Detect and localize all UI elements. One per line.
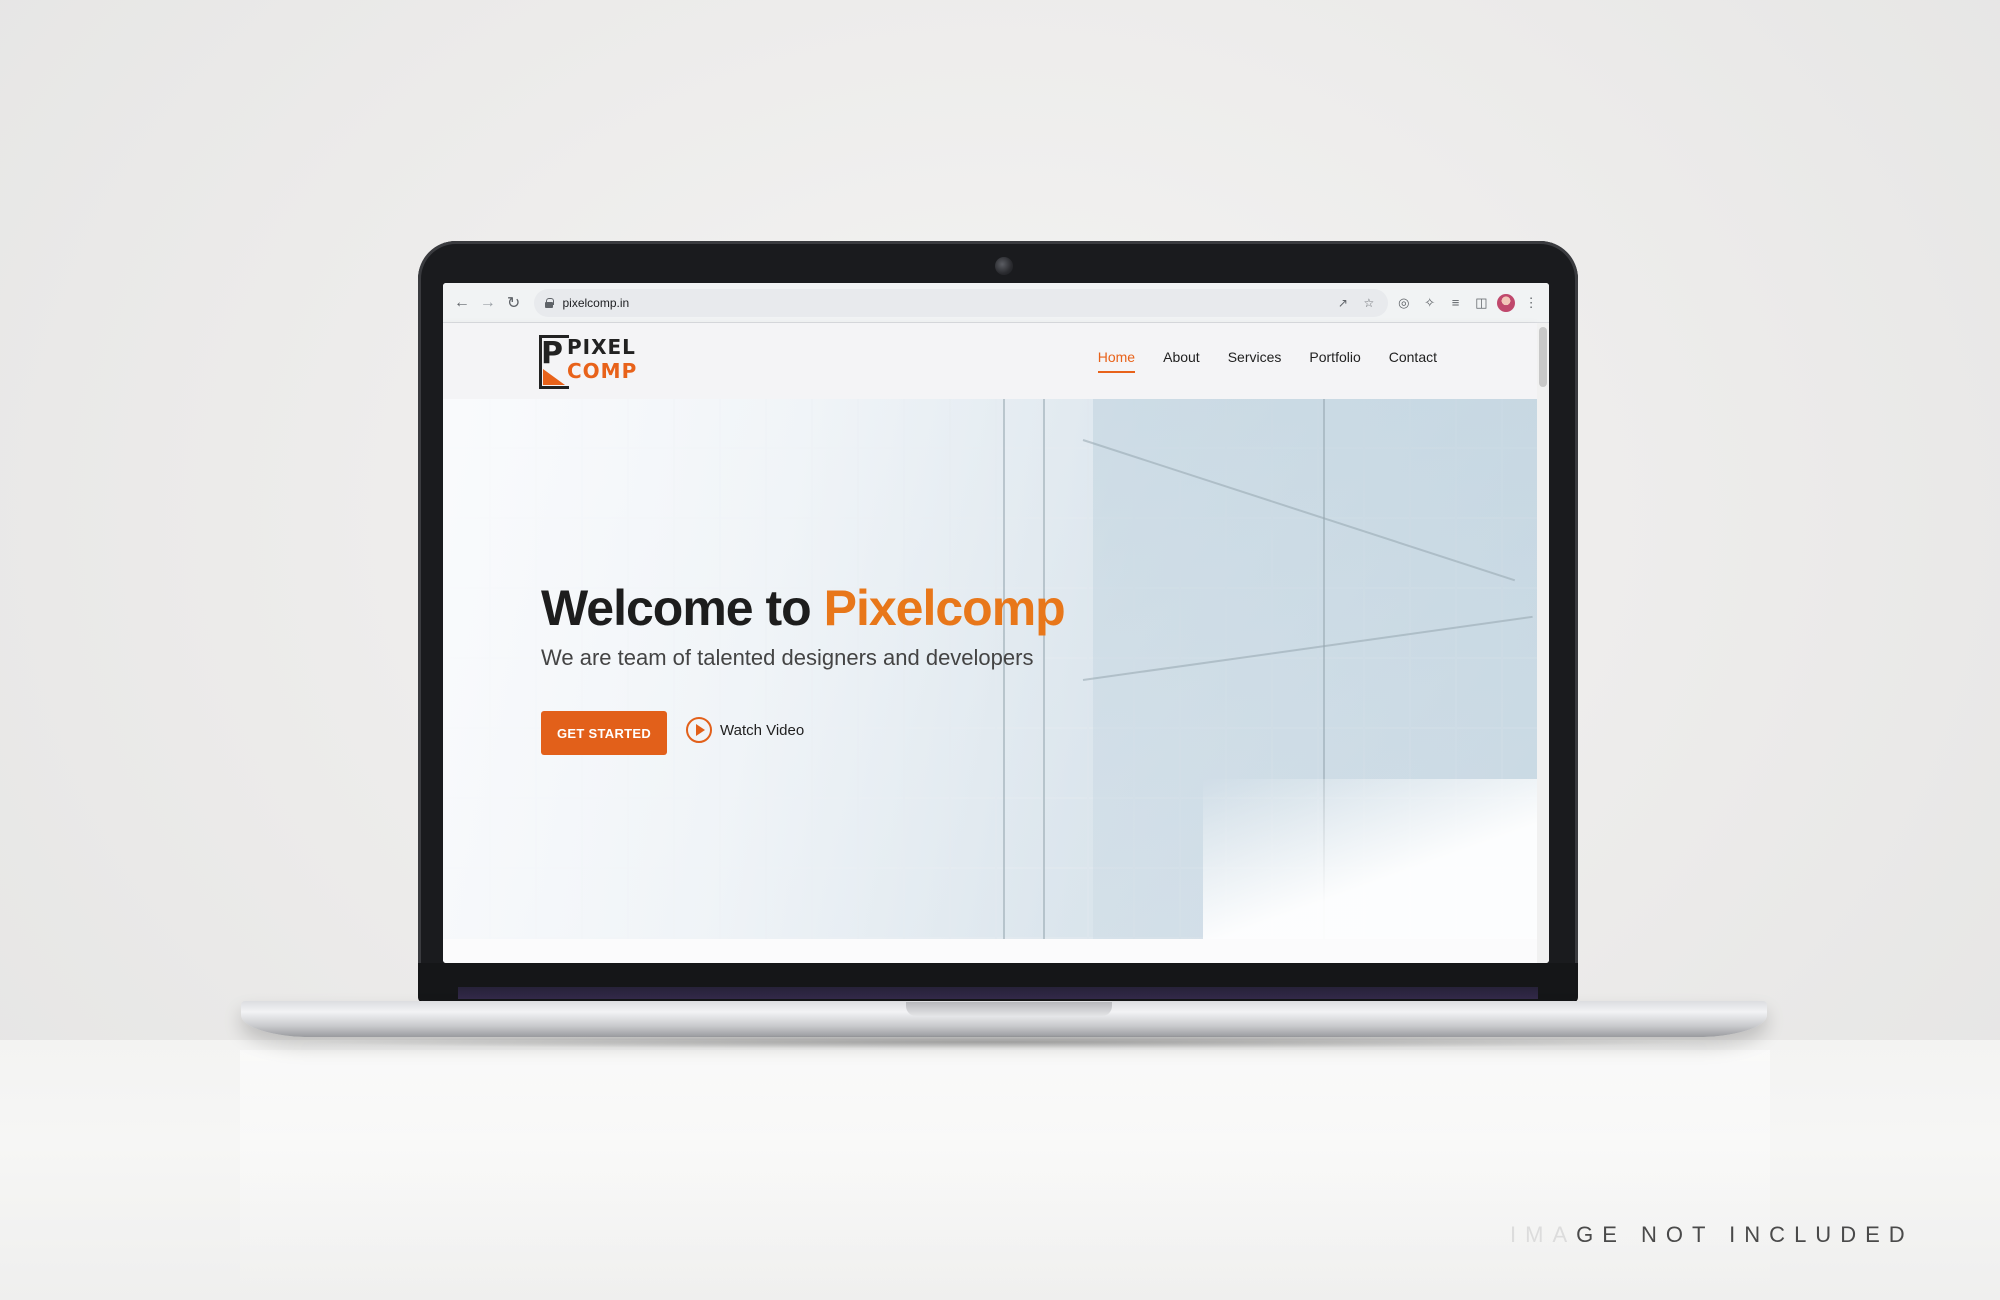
star-icon[interactable]: ☆: [1360, 294, 1378, 312]
laptop-shadow: [300, 1035, 1700, 1049]
nav-contact[interactable]: Contact: [1389, 349, 1437, 373]
watermark-text: IMAGE NOT INCLUDED: [1510, 1222, 1914, 1248]
sky-highlight: [1203, 779, 1537, 939]
watch-video-label: Watch Video: [720, 721, 805, 739]
main-nav: Home About Services Portfolio Contact: [1097, 349, 1437, 373]
reading-list-icon[interactable]: ≡: [1446, 293, 1466, 313]
address-bar[interactable]: pixelcomp.in ↗ ☆: [534, 288, 1388, 317]
nav-about[interactable]: About: [1163, 349, 1200, 373]
nav-portfolio[interactable]: Portfolio: [1309, 349, 1360, 373]
nav-home[interactable]: Home: [1097, 349, 1136, 373]
profile-avatar[interactable]: [1497, 293, 1516, 312]
page-scrollbar[interactable]: [1537, 323, 1549, 963]
share-icon[interactable]: ↗: [1334, 294, 1352, 312]
laptop-reflection: [240, 1050, 1770, 1300]
side-panel-icon[interactable]: ◫: [1471, 293, 1491, 313]
browser-toolbar: ← → ↻ pixelcomp.in ↗ ☆ ◎ ✧ ≡ ◫ ⋮: [443, 283, 1549, 323]
watermark-faded: IMA: [1510, 1222, 1577, 1247]
reload-icon[interactable]: ↻: [503, 292, 525, 314]
get-started-button[interactable]: GET STARTED: [541, 711, 667, 755]
webcam: [995, 257, 1013, 275]
scrollbar-thumb[interactable]: [1539, 327, 1547, 387]
hero-title-prefix: Welcome to: [541, 580, 824, 636]
watch-video-link[interactable]: Watch Video: [686, 717, 804, 743]
site-header: P PIXEL COMP Home About Services Portfol…: [443, 323, 1537, 399]
laptop-screen: ← → ↻ pixelcomp.in ↗ ☆ ◎ ✧ ≡ ◫ ⋮ P PIXEL…: [443, 283, 1549, 963]
logo-line-1: PIXEL: [567, 335, 636, 359]
page-content-strip: [443, 939, 1537, 963]
logo-wedge: [543, 369, 565, 385]
building-line: [1043, 399, 1045, 939]
nav-services[interactable]: Services: [1228, 349, 1282, 373]
puzzle-icon[interactable]: ✧: [1420, 293, 1440, 313]
logo-line-2: COMP: [567, 359, 638, 383]
lid-opening-notch: [906, 1002, 1112, 1016]
extension-icon[interactable]: ◎: [1394, 293, 1414, 313]
hero-title-accent: Pixelcomp: [823, 580, 1066, 636]
menu-kebab-icon[interactable]: ⋮: [1521, 293, 1541, 313]
hero-subtitle: We are team of talented designers and de…: [541, 645, 1034, 670]
watermark-visible: GE NOT INCLUDED: [1576, 1222, 1914, 1247]
hero-section: Welcome to Pixelcomp We are team of tale…: [443, 399, 1537, 939]
play-icon: [686, 717, 712, 743]
logo-letter: P: [541, 336, 563, 371]
address-url: pixelcomp.in: [562, 295, 630, 310]
keyboard-edge: [458, 987, 1538, 999]
laptop-lid: ← → ↻ pixelcomp.in ↗ ☆ ◎ ✧ ≡ ◫ ⋮ P PIXEL…: [418, 241, 1578, 1001]
arrow-left-icon[interactable]: ←: [451, 292, 473, 314]
site-logo[interactable]: P PIXEL COMP: [539, 335, 638, 389]
hero-title: Welcome to Pixelcomp: [541, 579, 1066, 637]
arrow-right-icon[interactable]: →: [477, 292, 499, 314]
lock-icon: [544, 297, 555, 308]
